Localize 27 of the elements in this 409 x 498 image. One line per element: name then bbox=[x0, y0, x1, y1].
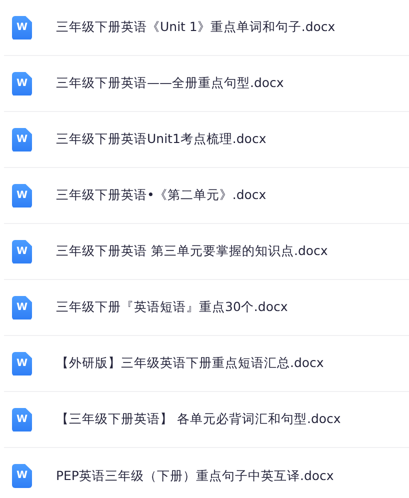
file-name: 三年级下册英语•《第二单元》.docx bbox=[56, 186, 266, 204]
file-row[interactable]: W 【三年级下册英语】 各单元必背词汇和句型.docx bbox=[4, 392, 409, 448]
file-row[interactable]: W 三年级下册英语•《第二单元》.docx bbox=[4, 168, 409, 224]
file-name: 三年级下册英语 第三单元要掌握的知识点.docx bbox=[56, 242, 328, 260]
file-name: 三年级下册英语《Unit 1》重点单词和句子.docx bbox=[56, 18, 336, 36]
file-name: 【三年级下册英语】 各单元必背词汇和句型.docx bbox=[56, 410, 341, 428]
file-name: 三年级下册英语Unit1考点梳理.docx bbox=[56, 130, 266, 148]
word-document-icon: W bbox=[12, 240, 32, 264]
file-name: 三年级下册『英语短语』重点30个.docx bbox=[56, 298, 288, 316]
word-document-icon: W bbox=[12, 16, 32, 40]
file-name: 三年级下册英语——全册重点句型.docx bbox=[56, 74, 284, 92]
file-row[interactable]: W 三年级下册英语——全册重点句型.docx bbox=[4, 56, 409, 112]
file-row[interactable]: W 三年级下册英语《Unit 1》重点单词和句子.docx bbox=[4, 0, 409, 56]
file-name: 【外研版】三年级英语下册重点短语汇总.docx bbox=[56, 354, 324, 372]
file-row[interactable]: W 【外研版】三年级英语下册重点短语汇总.docx bbox=[4, 336, 409, 392]
file-row[interactable]: W PEP英语三年级（下册）重点句子中英互译.docx bbox=[4, 448, 409, 498]
word-document-icon: W bbox=[12, 464, 32, 488]
word-document-icon: W bbox=[12, 128, 32, 152]
word-document-icon: W bbox=[12, 184, 32, 208]
file-name: PEP英语三年级（下册）重点句子中英互译.docx bbox=[56, 466, 334, 485]
file-row[interactable]: W 三年级下册『英语短语』重点30个.docx bbox=[4, 280, 409, 336]
word-document-icon: W bbox=[12, 296, 32, 320]
word-document-icon: W bbox=[12, 352, 32, 376]
file-row[interactable]: W 三年级下册英语Unit1考点梳理.docx bbox=[4, 112, 409, 168]
word-document-icon: W bbox=[12, 72, 32, 96]
file-row[interactable]: W 三年级下册英语 第三单元要掌握的知识点.docx bbox=[4, 224, 409, 280]
word-document-icon: W bbox=[12, 408, 32, 432]
